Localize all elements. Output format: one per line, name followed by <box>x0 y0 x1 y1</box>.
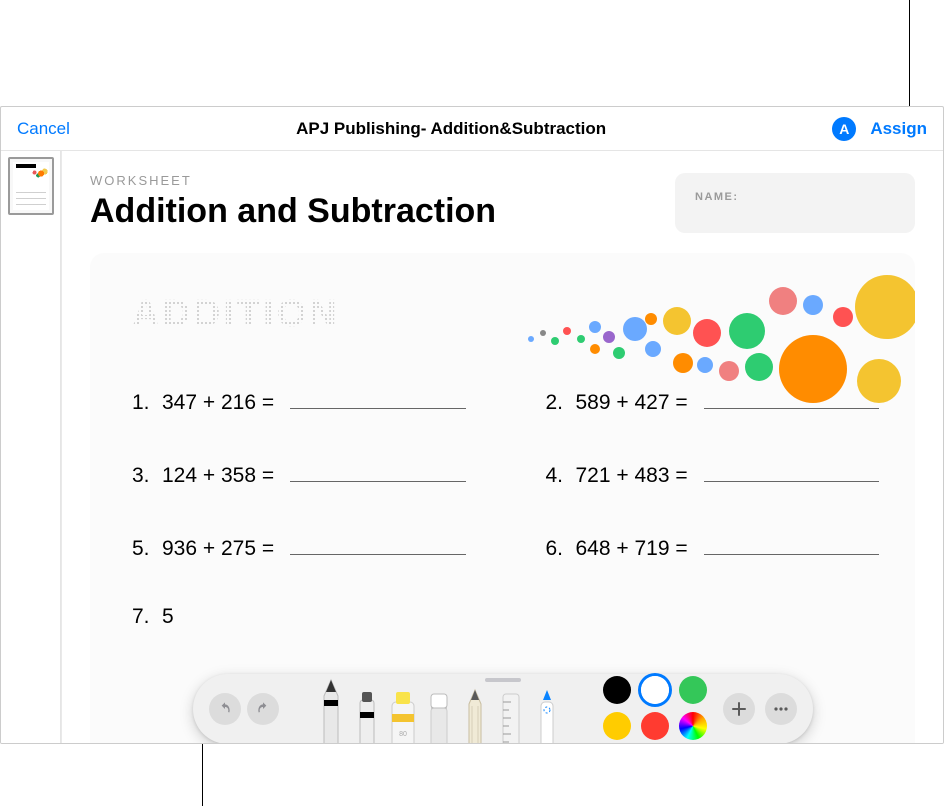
problem-number: 6. <box>546 537 566 561</box>
answer-blank[interactable] <box>704 459 879 482</box>
highlighter-tool[interactable]: 80 <box>386 688 420 744</box>
page-thumbnails-sidebar <box>1 151 61 743</box>
problem-expression: 648 + 719 = <box>576 537 688 561</box>
undo-icon <box>217 701 233 717</box>
problem-row: 4. 721 + 483 = <box>546 459 880 488</box>
problem-expression: 347 + 216 = <box>162 391 274 415</box>
eraser-icon <box>424 688 454 744</box>
lasso-tool[interactable] <box>530 688 564 744</box>
ruler-icon <box>497 688 525 744</box>
answer-blank[interactable] <box>290 459 465 482</box>
problem-number: 7. <box>132 605 152 629</box>
callout-line-top <box>909 0 910 107</box>
lasso-icon <box>534 688 560 744</box>
color-swatch-yellow[interactable] <box>603 712 631 740</box>
highlighter-icon: 80 <box>386 688 420 744</box>
worksheet-title: Addition and Subtraction <box>90 192 496 231</box>
color-swatches <box>603 676 709 742</box>
color-swatch-red[interactable] <box>641 712 669 740</box>
problem-row: 6. 648 + 719 = <box>546 532 880 561</box>
pen-tool[interactable] <box>314 678 348 744</box>
callout-line-bottom <box>202 744 203 806</box>
name-field-box: NAME: <box>675 173 915 233</box>
more-button[interactable] <box>765 693 797 725</box>
device-frame: Cancel APJ Publishing- Addition&Subtract… <box>0 106 944 744</box>
redo-button[interactable] <box>247 693 279 725</box>
pencil-tool[interactable] <box>458 688 492 744</box>
undo-button[interactable] <box>209 693 241 725</box>
problem-expression: 124 + 358 = <box>162 464 274 488</box>
pencil-icon <box>462 688 488 744</box>
color-swatch-green[interactable] <box>679 676 707 704</box>
toolbar-drag-handle[interactable] <box>485 678 521 682</box>
pen-icon <box>316 678 346 744</box>
ruler-tool[interactable] <box>494 688 528 744</box>
problem-expression: 721 + 483 = <box>576 464 688 488</box>
problem-row: 7.5 <box>132 605 466 629</box>
color-swatch-black[interactable] <box>603 676 631 704</box>
problem-number: 3. <box>132 464 152 488</box>
eraser-tool[interactable] <box>422 688 456 744</box>
markup-mode-icon[interactable]: A <box>832 117 856 141</box>
color-swatch-blue[interactable] <box>641 676 669 704</box>
decorative-dots <box>495 263 915 423</box>
problem-number: 1. <box>132 391 152 415</box>
problem-number: 4. <box>546 464 566 488</box>
svg-text:80: 80 <box>399 731 407 738</box>
plus-icon <box>731 701 747 717</box>
marker-icon <box>352 688 382 744</box>
page-thumbnail-1[interactable] <box>8 157 54 215</box>
problem-row: 3. 124 + 358 = <box>132 459 466 488</box>
assign-button[interactable]: Assign <box>870 119 927 139</box>
redo-icon <box>255 701 271 717</box>
worksheet-body: ADDITION 1.347 + 216 =2.589 + 427 =3.124… <box>90 253 915 744</box>
answer-blank[interactable] <box>290 386 465 409</box>
problem-number: 5. <box>132 537 152 561</box>
navigation-bar: Cancel APJ Publishing- Addition&Subtract… <box>1 107 943 151</box>
ellipsis-icon <box>773 701 789 717</box>
answer-blank[interactable] <box>290 532 465 555</box>
worksheet-kicker: WORKSHEET <box>90 173 496 188</box>
cancel-button[interactable]: Cancel <box>17 119 70 139</box>
problem-row: 5. 936 + 275 = <box>132 532 466 561</box>
section-heading-addition: ADDITION <box>132 293 340 336</box>
problem-expression: 5 <box>162 605 174 629</box>
marker-tool[interactable] <box>350 688 384 744</box>
name-label: NAME: <box>695 191 895 203</box>
answer-blank[interactable] <box>704 532 879 555</box>
document-page: WORKSHEET Addition and Subtraction NAME:… <box>61 151 943 743</box>
color-picker-wheel[interactable] <box>679 712 707 740</box>
tools-row: 80 <box>285 674 593 744</box>
problem-row: 1. 347 + 216 = <box>132 386 466 415</box>
document-title: APJ Publishing- Addition&Subtraction <box>296 119 606 139</box>
markup-toolbar: 80 <box>193 674 813 744</box>
add-button[interactable] <box>723 693 755 725</box>
problem-expression: 936 + 275 = <box>162 537 274 561</box>
thumbnail-preview <box>13 162 49 210</box>
